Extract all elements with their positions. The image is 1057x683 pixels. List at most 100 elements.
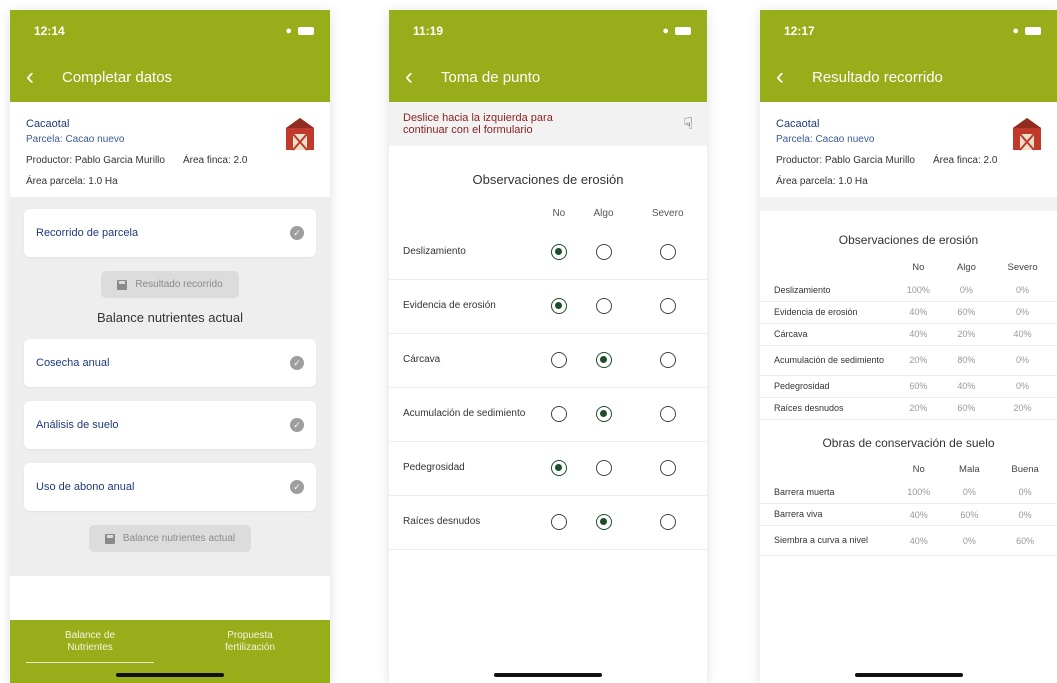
balance-nutrientes-button[interactable]: Balance nutrientes actual: [88, 525, 252, 552]
radio-no[interactable]: [550, 352, 567, 368]
radio-no[interactable]: [550, 406, 567, 422]
col-header: No: [912, 261, 925, 273]
cell-value: 100%: [892, 481, 946, 504]
card-analisis-suelo[interactable]: Análisis de suelo ✓: [24, 401, 316, 449]
radio-algo[interactable]: [595, 298, 612, 314]
status-icons: ●: [1012, 25, 1041, 37]
cell-value: 40%: [892, 525, 946, 556]
battery-icon: [675, 27, 691, 35]
row-label: Acumulación de sedimiento: [760, 345, 892, 376]
cell-value: 40%: [892, 301, 945, 324]
status-icons: ●: [285, 25, 314, 37]
nav-label-line2: Nutrientes: [67, 642, 113, 653]
cell-value: 0%: [988, 279, 1057, 302]
cell-value: 40%: [988, 323, 1057, 346]
table-row: Deslizamiento 100% 0% 0%: [760, 279, 1057, 302]
cell-value: 20%: [944, 323, 989, 346]
back-arrow-icon[interactable]: ‹: [405, 65, 441, 89]
cell-value: 0%: [988, 301, 1057, 324]
erosion-results-title: Observaciones de erosión: [838, 233, 979, 247]
table-row: Raíces desnudos 20% 60% 20%: [760, 397, 1057, 420]
check-icon: ✓: [290, 418, 304, 432]
radio-no[interactable]: [550, 514, 567, 530]
col-header: Severo: [1007, 261, 1038, 273]
farm-name: Cacaotal: [776, 118, 820, 130]
col-header: Algo: [956, 261, 976, 273]
row-label: Pedegrosidad: [760, 375, 892, 398]
producer-label: Productor: Pablo Garcia Murillo: [26, 155, 165, 166]
col-header: No: [552, 207, 566, 219]
back-arrow-icon[interactable]: ‹: [776, 65, 812, 89]
table-row: Deslizamiento: [389, 225, 707, 280]
check-icon: ✓: [290, 226, 304, 240]
radio-severo[interactable]: [659, 243, 676, 260]
table-row: Cárcava: [389, 333, 707, 388]
cell-value: 0%: [993, 503, 1057, 526]
radio-severo[interactable]: [659, 460, 676, 476]
radio-algo[interactable]: [595, 514, 612, 530]
cell-value: 20%: [892, 345, 945, 376]
barn-icon: [286, 118, 314, 151]
radio-algo[interactable]: [595, 243, 612, 260]
erosion-results-table: No Algo Severo Deslizamiento 100% 0% 0% …: [760, 255, 1057, 420]
status-time: 12:14: [34, 24, 65, 38]
farm-area-label: Área finca: 2.0: [182, 155, 248, 166]
radio-no[interactable]: [550, 460, 567, 476]
radio-no[interactable]: [550, 243, 567, 260]
radio-algo[interactable]: [595, 406, 612, 422]
cell-value: 20%: [988, 397, 1057, 420]
radio-algo[interactable]: [595, 352, 612, 368]
battery-icon: [298, 27, 314, 35]
radio-severo[interactable]: [659, 406, 676, 422]
farm-area-label: Área finca: 2.0: [932, 155, 998, 166]
radio-severo[interactable]: [659, 514, 676, 530]
hint-line1: Deslice hacia la izquierda para: [403, 112, 553, 124]
col-header: Severo: [651, 207, 684, 219]
cell-value: 20%: [892, 397, 945, 420]
app-bar: ‹ Completar datos: [10, 52, 330, 102]
phone-resultado-recorrido: 12:17 ● ‹ Resultado recorrido Cacaotal P…: [760, 10, 1057, 683]
row-label: Deslizamiento: [389, 225, 539, 280]
nav-label-line1: Propuesta: [227, 630, 273, 641]
radio-severo[interactable]: [659, 298, 676, 314]
card-cosecha-anual[interactable]: Cosecha anual ✓: [24, 339, 316, 387]
col-header: Algo: [593, 207, 614, 219]
cell-value: 100%: [892, 279, 945, 302]
check-icon: ✓: [290, 356, 304, 370]
card-recorrido-parcela[interactable]: Recorrido de parcela ✓: [24, 209, 316, 257]
page-title: Resultado recorrido: [812, 68, 943, 86]
phone-toma-de-punto: 11:19 ● ‹ Toma de punto Deslice hacia la…: [389, 10, 707, 683]
table-row: Barrera muerta 100% 0% 0%: [760, 481, 1057, 504]
row-label: Evidencia de erosión: [760, 301, 892, 324]
radio-algo[interactable]: [595, 460, 612, 476]
page-title: Toma de punto: [441, 68, 541, 86]
parcel-name: Parcela: Cacao nuevo: [776, 134, 875, 145]
col-header: Buena: [1011, 464, 1039, 475]
cell-value: 40%: [944, 375, 989, 398]
row-label: Siembra a curva a nivel: [760, 525, 892, 556]
back-arrow-icon[interactable]: ‹: [26, 65, 62, 89]
status-bar: 12:17 ●: [760, 10, 1057, 52]
hint-line2: continuar con el formulario: [403, 124, 533, 136]
card-label: Recorrido de parcela: [36, 227, 139, 239]
parcel-name: Parcela: Cacao nuevo: [26, 134, 125, 145]
resultado-recorrido-button[interactable]: Resultado recorrido: [101, 271, 239, 298]
parcel-area-label: Área parcela: 1.0 Ha: [776, 176, 868, 187]
table-row: Siembra a curva a nivel 40% 0% 60%: [760, 525, 1057, 556]
row-label: Deslizamiento: [760, 279, 892, 302]
card-uso-abono[interactable]: Uso de abono anual ✓: [24, 463, 316, 511]
battery-icon: [1025, 27, 1041, 35]
phone-completar-datos: 12:14 ● ‹ Completar datos Cacaotal Parce…: [10, 10, 330, 683]
table-row: Raíces desnudos: [389, 495, 707, 550]
radio-severo[interactable]: [659, 352, 676, 368]
wifi-icon: ●: [662, 25, 669, 37]
radio-no[interactable]: [550, 298, 567, 314]
table-row: Barrera viva 40% 60% 0%: [760, 503, 1057, 526]
app-bar: ‹ Toma de punto: [389, 52, 707, 102]
section-title: Balance nutrientes actual: [97, 310, 243, 325]
farm-name: Cacaotal: [26, 118, 70, 130]
swipe-hint: Deslice hacia la izquierda para continua…: [389, 102, 707, 146]
table-row: Acumulación de sedimiento: [389, 387, 707, 442]
home-indicator: [854, 673, 963, 677]
home-indicator: [116, 673, 224, 677]
